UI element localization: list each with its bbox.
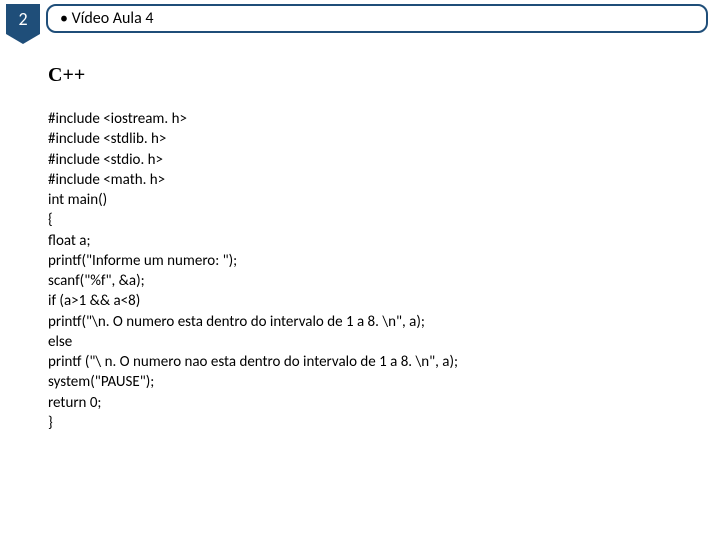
step-badge: 2 <box>6 4 40 34</box>
code-line: #include <stdlib. h> <box>48 129 672 149</box>
code-line: #include <stdio. h> <box>48 150 672 170</box>
code-line: { <box>48 210 672 230</box>
code-line: int main() <box>48 190 672 210</box>
code-line: else <box>48 332 672 352</box>
code-line: #include <iostream. h> <box>48 109 672 129</box>
step-number: 2 <box>18 8 27 30</box>
slide-content: C++ #include <iostream. h>#include <stdl… <box>0 34 720 433</box>
code-line: float a; <box>48 231 672 251</box>
slide-title-pill: • Vídeo Aula 4 <box>46 4 708 33</box>
code-line: scanf("%f", &a); <box>48 271 672 291</box>
code-line: #include <math. h> <box>48 170 672 190</box>
code-line: } <box>48 413 672 433</box>
code-line: if (a>1 && a<8) <box>48 291 672 311</box>
slide-header: 2 • Vídeo Aula 4 <box>0 0 720 34</box>
code-block: #include <iostream. h>#include <stdlib. … <box>48 109 672 433</box>
code-line: system("PAUSE"); <box>48 372 672 392</box>
slide-title-text: • Vídeo Aula 4 <box>60 9 153 28</box>
code-line: printf ("\ n. O numero nao esta dentro d… <box>48 352 672 372</box>
code-line: printf("Informe um numero: "); <box>48 251 672 271</box>
language-label: C++ <box>48 64 672 87</box>
code-line: printf("\n. O numero esta dentro do inte… <box>48 312 672 332</box>
code-line: return 0; <box>48 393 672 413</box>
